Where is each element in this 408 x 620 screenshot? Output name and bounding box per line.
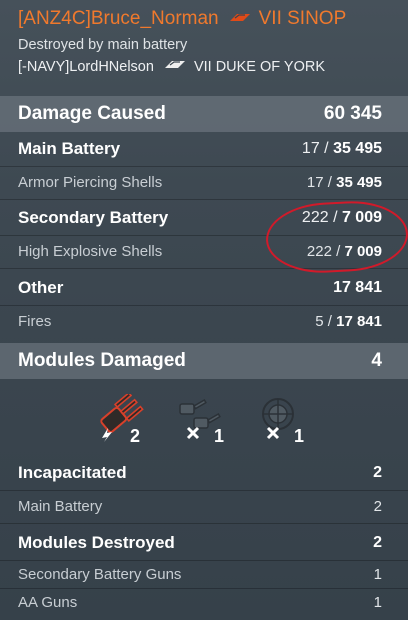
incapacitated-label: Incapacitated xyxy=(18,463,127,482)
victim-ship: VII SINOP xyxy=(258,8,347,29)
divider xyxy=(0,268,408,269)
damage-caused-title: Damage Caused xyxy=(18,103,166,124)
divider xyxy=(0,199,408,200)
incapacitated-main-battery-row: Main Battery 2 xyxy=(0,490,408,522)
he-shells-row: High Explosive Shells 222 / 7 009 xyxy=(0,235,408,267)
secondary-guns-module: 1 xyxy=(176,394,236,450)
main-battery-module-count: 2 xyxy=(130,426,141,446)
divider xyxy=(0,523,408,524)
ap-shells-label: Armor Piercing Shells xyxy=(18,173,163,191)
other-label: Other xyxy=(18,278,64,297)
modules-damaged-header: Modules Damaged 4 xyxy=(0,343,408,379)
fires-value: 5 / 17 841 xyxy=(315,312,382,330)
damage-caused-total: 60 345 xyxy=(323,103,382,124)
secondary-battery-row: Secondary Battery 222 / 7 009 xyxy=(0,201,408,235)
fires-row: Fires 5 / 17 841 xyxy=(0,305,408,337)
aa-guns-module: 1 xyxy=(256,394,316,450)
modules-destroyed-label: Modules Destroyed xyxy=(18,533,175,552)
main-battery-label: Main Battery xyxy=(18,139,121,158)
incapacitated-value: 2 xyxy=(373,464,382,481)
modules-destroyed-row: Modules Destroyed 2 xyxy=(0,526,408,560)
damage-caused-header: Damage Caused 60 345 xyxy=(0,96,408,132)
aa-guns-destroyed-label: AA Guns xyxy=(18,593,78,611)
module-icons: 2 1 1 xyxy=(0,382,408,454)
ap-shells-row: Armor Piercing Shells 17 / 35 495 xyxy=(0,166,408,198)
incapacitated-main-battery-value: 2 xyxy=(373,497,382,515)
destruction-cause: Destroyed by main battery xyxy=(18,37,188,53)
fires-label: Fires xyxy=(18,312,52,330)
ap-shells-value: 17 / 35 495 xyxy=(306,173,382,191)
modules-damaged-title: Modules Damaged xyxy=(18,350,186,371)
other-value: 17 841 xyxy=(333,279,382,296)
he-shells-value: 222 / 7 009 xyxy=(306,242,382,260)
main-battery-row: Main Battery 17 / 35 495 xyxy=(0,132,408,166)
secondary-guns-destroyed-value: 1 xyxy=(373,565,382,583)
aa-guns-module-count: 1 xyxy=(294,426,305,446)
secondary-guns-destroyed-row: Secondary Battery Guns 1 xyxy=(0,560,408,588)
secondary-battery-value: 222 / 7 009 xyxy=(301,209,382,226)
main-battery-module: 2 xyxy=(94,391,154,450)
aa-guns-destroyed-row: AA Guns 1 xyxy=(0,588,408,616)
victim-line: [ANZ4C]Bruce_Norman VII SINOP xyxy=(18,6,390,32)
incapacitated-main-battery-label: Main Battery xyxy=(18,497,103,515)
header: [ANZ4C]Bruce_Norman VII SINOP Destroyed … xyxy=(0,0,408,93)
other-row: Other 17 841 xyxy=(0,271,408,305)
secondary-guns-module-count: 1 xyxy=(214,426,225,446)
aa-guns-destroyed-value: 1 xyxy=(373,593,382,611)
killer-ship: VII DUKE OF YORK xyxy=(193,59,326,75)
secondary-guns-destroyed-label: Secondary Battery Guns xyxy=(18,565,182,583)
modules-destroyed-value: 2 xyxy=(373,534,382,551)
main-battery-module-icon xyxy=(100,391,144,442)
killer-name: [-NAVY]LordHNelson xyxy=(18,59,154,75)
main-battery-value: 17 / 35 495 xyxy=(301,140,382,157)
incapacitated-row: Incapacitated 2 xyxy=(0,456,408,490)
victim-name: [ANZ4C]Bruce_Norman xyxy=(18,8,219,29)
he-shells-label: High Explosive Shells xyxy=(18,242,163,260)
modules-damaged-total: 4 xyxy=(371,350,382,371)
killer-battleship-class-icon xyxy=(164,59,186,75)
secondary-battery-label: Secondary Battery xyxy=(18,208,169,227)
battleship-class-icon xyxy=(229,8,251,30)
killer-line: [-NAVY]LordHNelson VII DUKE OF YORK xyxy=(18,59,390,75)
